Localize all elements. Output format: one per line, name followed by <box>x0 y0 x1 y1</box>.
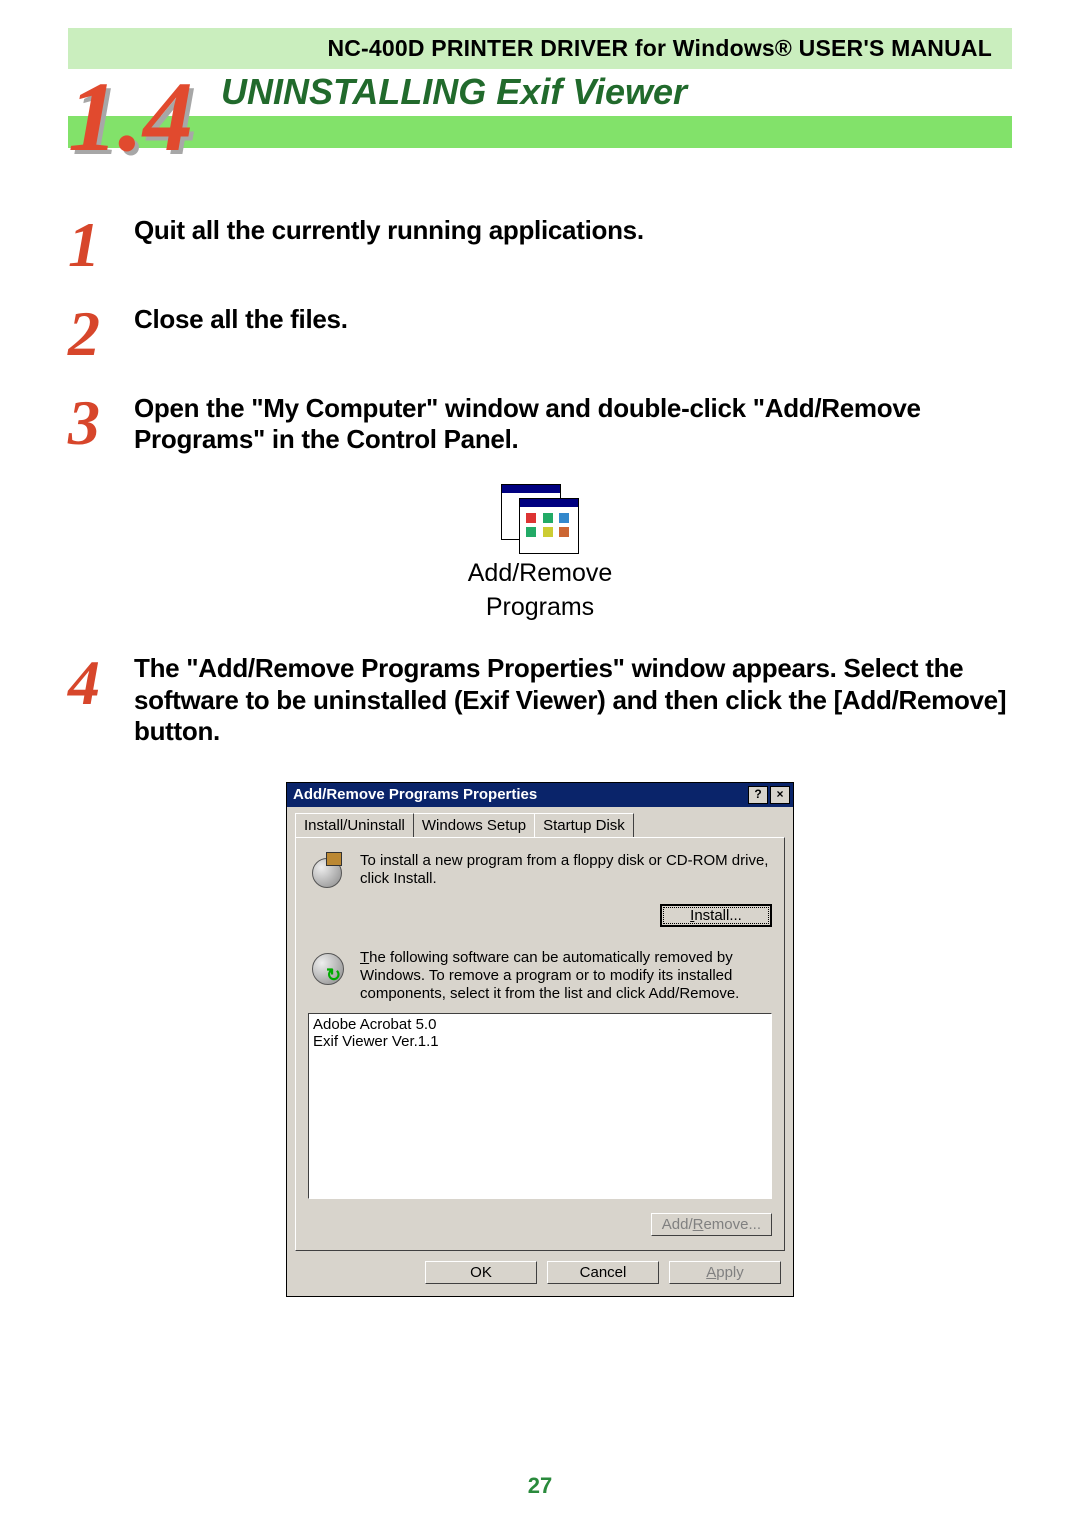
programs-listbox[interactable]: Adobe Acrobat 5.0 Exif Viewer Ver.1.1 <box>308 1013 772 1199</box>
step-text: Open the "My Computer" window and double… <box>134 393 1012 455</box>
dialog-window: Add/Remove Programs Properties ? × Insta… <box>286 782 794 1297</box>
section-number: 1.4 <box>68 59 193 174</box>
remove-icon <box>308 949 348 989</box>
help-button[interactable]: ? <box>748 786 768 804</box>
tab-startup-disk[interactable]: Startup Disk <box>534 813 634 837</box>
tab-row: Install/Uninstall Windows Setup Startup … <box>287 807 793 837</box>
step-2: 2 Close all the files. <box>68 304 1012 358</box>
add-remove-programs-icon: Add/Remove Programs <box>468 484 613 621</box>
steps-list: 1 Quit all the currently running applica… <box>68 215 1012 1297</box>
dialog-title: Add/Remove Programs Properties <box>293 786 537 803</box>
step-text: Close all the files. <box>134 304 1012 335</box>
addremove-button-row: Add/Remove... <box>308 1213 772 1236</box>
apply-button[interactable]: Apply <box>669 1261 781 1284</box>
install-button-row: Install... <box>308 904 772 927</box>
section-heading: 1.4 1.4 UNINSTALLING Exif Viewer <box>68 71 1012 165</box>
cpl-icon <box>501 484 579 554</box>
dialog-screenshot: Add/Remove Programs Properties ? × Insta… <box>286 782 794 1297</box>
remove-text: The following software can be automatica… <box>360 949 772 1003</box>
install-text: To install a new program from a floppy d… <box>360 852 772 892</box>
icon-label-line2: Programs <box>468 594 613 622</box>
step-text: The "Add/Remove Programs Properties" win… <box>134 653 1012 747</box>
section-band <box>68 116 1012 148</box>
manual-title: NC-400D PRINTER DRIVER for Windows® USER… <box>327 35 992 61</box>
control-panel-icon-wrap: Add/Remove Programs <box>68 484 1012 621</box>
list-item[interactable]: Adobe Acrobat 5.0 <box>313 1016 767 1033</box>
dialog-titlebar: Add/Remove Programs Properties ? × <box>287 783 793 807</box>
step-4: 4 The "Add/Remove Programs Properties" w… <box>68 653 1012 747</box>
step-1: 1 Quit all the currently running applica… <box>68 215 1012 269</box>
manual-page: NC-400D PRINTER DRIVER for Windows® USER… <box>0 0 1080 1533</box>
dialog-footer: OK Cancel Apply <box>287 1251 793 1296</box>
section-title: UNINSTALLING Exif Viewer <box>221 71 687 113</box>
ok-button[interactable]: OK <box>425 1261 537 1284</box>
step-text: Quit all the currently running applicati… <box>134 215 1012 246</box>
close-button[interactable]: × <box>770 786 790 804</box>
install-section: To install a new program from a floppy d… <box>308 852 772 892</box>
install-button[interactable]: Install... <box>660 904 772 927</box>
step-3: 3 Open the "My Computer" window and doub… <box>68 393 1012 455</box>
cancel-button[interactable]: Cancel <box>547 1261 659 1284</box>
remove-section: The following software can be automatica… <box>308 949 772 1003</box>
add-remove-button[interactable]: Add/Remove... <box>651 1213 772 1236</box>
step-number: 3 <box>68 399 104 447</box>
titlebar-buttons: ? × <box>748 786 790 804</box>
manual-title-bar: NC-400D PRINTER DRIVER for Windows® USER… <box>68 28 1012 69</box>
step-number: 2 <box>68 310 104 358</box>
install-icon <box>308 852 348 892</box>
icon-label-line1: Add/Remove <box>468 560 613 588</box>
tab-content: To install a new program from a floppy d… <box>295 837 785 1251</box>
page-number: 27 <box>0 1473 1080 1499</box>
list-item[interactable]: Exif Viewer Ver.1.1 <box>313 1033 767 1050</box>
tab-install-uninstall[interactable]: Install/Uninstall <box>295 813 414 837</box>
step-number: 1 <box>68 221 104 269</box>
step-number: 4 <box>68 659 104 707</box>
tab-windows-setup[interactable]: Windows Setup <box>413 813 535 837</box>
